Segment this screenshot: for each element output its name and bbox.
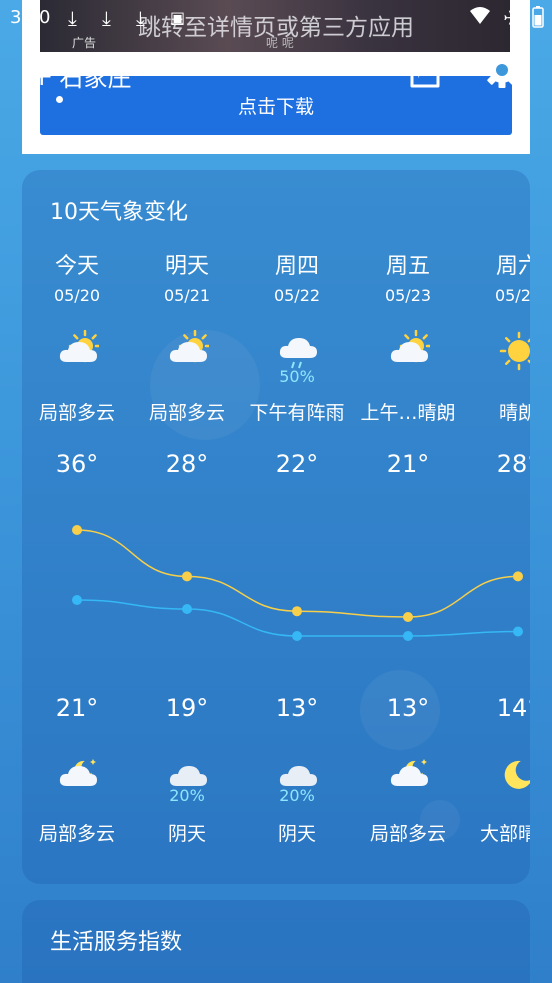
day-name: 周四 bbox=[274, 254, 319, 279]
download-icon: ⤓ bbox=[102, 6, 111, 30]
day-date: 05/21 bbox=[163, 286, 211, 305]
night-precip-chance: 20% bbox=[279, 786, 315, 805]
day-condition: 晴朗 bbox=[498, 402, 530, 424]
low-temp-point bbox=[182, 604, 192, 614]
status-bar: 3:10 ⤓ ⤓ ⤓ ▣ ✈ bbox=[0, 0, 552, 36]
day-precip-chance: 50% bbox=[279, 367, 315, 386]
partly-cloudy-night-icon bbox=[388, 754, 430, 796]
partly-cloudy-night-icon bbox=[57, 754, 99, 796]
wifi-icon bbox=[469, 6, 491, 33]
partly-cloudy-day-icon bbox=[167, 329, 212, 372]
low-temp-line bbox=[76, 599, 519, 637]
low-temp-point bbox=[292, 631, 302, 641]
day-name: 今天 bbox=[54, 254, 99, 279]
low-temp-point bbox=[403, 631, 413, 641]
night-condition: 大部晴朗 bbox=[479, 823, 530, 845]
high-temp-point bbox=[182, 571, 192, 582]
low-temp: 19° bbox=[165, 694, 209, 722]
moon-icon bbox=[498, 754, 530, 796]
low-temp: 14° bbox=[496, 694, 530, 722]
a-notification-icon: ▣ bbox=[170, 8, 186, 27]
day-name: 周六 bbox=[495, 254, 530, 279]
partly-cloudy-day-icon bbox=[57, 329, 102, 372]
partly-cloudy-day-icon bbox=[388, 329, 433, 372]
low-temp: 13° bbox=[386, 694, 430, 722]
day-name: 明天 bbox=[164, 254, 209, 279]
high-temp: 28° bbox=[496, 450, 530, 478]
share-icon[interactable] bbox=[406, 52, 444, 90]
day-name: 周五 bbox=[385, 254, 430, 279]
night-precip-chance: 20% bbox=[169, 786, 205, 805]
low-temp-point bbox=[72, 595, 82, 605]
high-temp-point bbox=[292, 606, 302, 617]
ten-day-forecast-card: 10天气象变化 今天 05/20 局部多云 36° 21° 局部多云 明天 05/21 局部多云… bbox=[22, 170, 530, 884]
status-time: 3:10 bbox=[10, 7, 51, 28]
download-icon: ⤓ bbox=[136, 6, 145, 30]
high-temp-point bbox=[403, 612, 413, 622]
settings-gear-icon[interactable] bbox=[482, 50, 522, 90]
high-temp: 28° bbox=[165, 450, 209, 478]
airplane-mode-icon: ✈ bbox=[503, 6, 520, 30]
life-index-title: 生活服务指数 bbox=[50, 930, 183, 955]
low-temp: 21° bbox=[55, 694, 99, 722]
high-temp-point bbox=[72, 525, 82, 535]
life-index-card[interactable]: 生活服务指数 bbox=[22, 900, 530, 983]
forecast-title: 10天气象变化 bbox=[50, 200, 188, 225]
day-date: 05/20 bbox=[53, 286, 101, 305]
sunny-icon bbox=[498, 330, 530, 372]
download-icon: ⤓ bbox=[68, 6, 77, 30]
temperature-trend-chart bbox=[72, 525, 523, 641]
low-temp: 13° bbox=[275, 694, 319, 722]
high-temp: 22° bbox=[275, 450, 319, 478]
high-temp: 36° bbox=[55, 450, 99, 478]
city-selector[interactable]: + 石家庄 bbox=[30, 58, 131, 93]
battery-icon bbox=[532, 6, 544, 33]
high-temp: 21° bbox=[386, 450, 430, 478]
ad-indicator-dot bbox=[56, 96, 63, 103]
rain-shower-icon bbox=[277, 330, 319, 372]
high-temp-point bbox=[513, 571, 523, 582]
day-date: 05/23 bbox=[384, 286, 432, 305]
day-date: 05/24 bbox=[494, 286, 530, 305]
add-city-icon[interactable]: + bbox=[30, 61, 53, 89]
day-date: 05/22 bbox=[273, 286, 321, 305]
high-temp-line bbox=[76, 529, 519, 618]
low-temp-point bbox=[513, 626, 523, 637]
city-name: 石家庄 bbox=[59, 64, 132, 92]
